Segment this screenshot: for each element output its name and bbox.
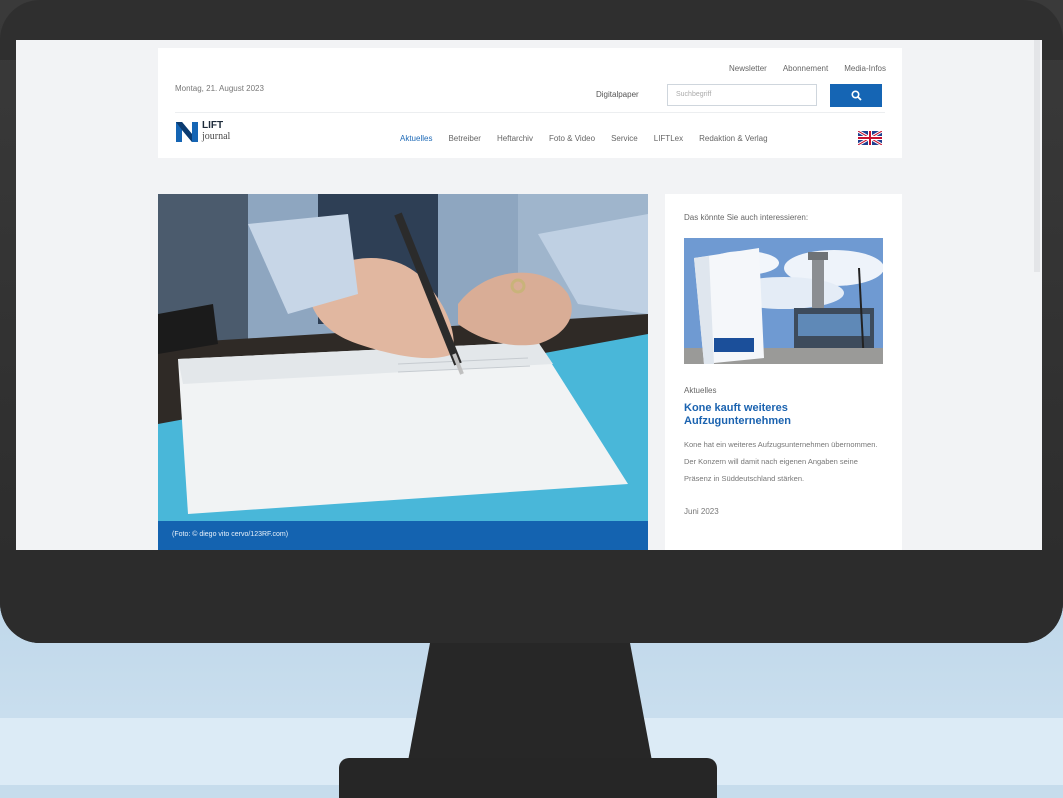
- scrollbar[interactable]: [1034, 40, 1040, 272]
- monitor-chin: [0, 550, 1063, 643]
- hero-image[interactable]: (Foto: © diego vito cervo/123RF.com): [158, 194, 648, 550]
- current-date: Montag, 21. August 2023: [175, 84, 264, 93]
- screen: Montag, 21. August 2023 Newsletter Abonn…: [16, 40, 1042, 550]
- kone-building-illustration: [684, 238, 883, 364]
- nav-foto-video[interactable]: Foto & Video: [549, 134, 595, 143]
- site-logo[interactable]: LIFT journal: [176, 120, 230, 142]
- link-digitalpaper[interactable]: Digitalpaper: [596, 90, 639, 99]
- caption-bar: (Foto: © diego vito cervo/123RF.com): [158, 521, 648, 550]
- related-heading: Das könnte Sie auch interessieren:: [684, 213, 809, 222]
- signing-document-illustration: [158, 194, 648, 550]
- logo-text-lift: LIFT: [202, 119, 224, 131]
- uk-flag-icon[interactable]: [858, 131, 882, 145]
- nav-betreiber[interactable]: Betreiber: [448, 134, 480, 143]
- monitor-stand: [408, 643, 652, 761]
- logo-text-journal: journal: [202, 130, 231, 142]
- link-newsletter[interactable]: Newsletter: [729, 64, 767, 73]
- related-article-image[interactable]: [684, 238, 883, 364]
- nav-redaktion-verlag[interactable]: Redaktion & Verlag: [699, 134, 768, 143]
- top-links: Newsletter Abonnement Media-Infos: [729, 64, 886, 73]
- nav-aktuelles[interactable]: Aktuelles: [400, 134, 432, 143]
- related-category[interactable]: Aktuelles: [684, 386, 716, 395]
- nav-service[interactable]: Service: [611, 134, 638, 143]
- search-input[interactable]: Suchbegriff: [667, 84, 817, 106]
- site-header: Montag, 21. August 2023 Newsletter Abonn…: [158, 48, 902, 158]
- nav-heftarchiv[interactable]: Heftarchiv: [497, 134, 533, 143]
- related-article-teaser: Kone hat ein weiteres Aufzugsunternehmen…: [684, 440, 878, 483]
- related-article-title[interactable]: Kone kauft weiteres Aufzugunternehmen: [684, 402, 884, 428]
- header-divider: [175, 112, 885, 113]
- link-abonnement[interactable]: Abonnement: [783, 64, 828, 73]
- lift-journal-logo-icon: [176, 122, 198, 142]
- search-button[interactable]: [830, 84, 882, 107]
- photo-caption: (Foto: © diego vito cervo/123RF.com): [172, 531, 289, 538]
- link-media-infos[interactable]: Media-Infos: [844, 64, 886, 73]
- main-nav: Aktuelles Betreiber Heftarchiv Foto & Vi…: [400, 134, 768, 143]
- search-icon: [850, 90, 862, 101]
- nav-liftlex[interactable]: LIFTLex: [654, 134, 683, 143]
- related-article-date: Juni 2023: [684, 507, 719, 516]
- monitor-bezel: Montag, 21. August 2023 Newsletter Abonn…: [0, 0, 1063, 643]
- related-article-card: Das könnte Sie auch interessieren: Aktue…: [665, 194, 902, 550]
- monitor-base: [339, 758, 717, 798]
